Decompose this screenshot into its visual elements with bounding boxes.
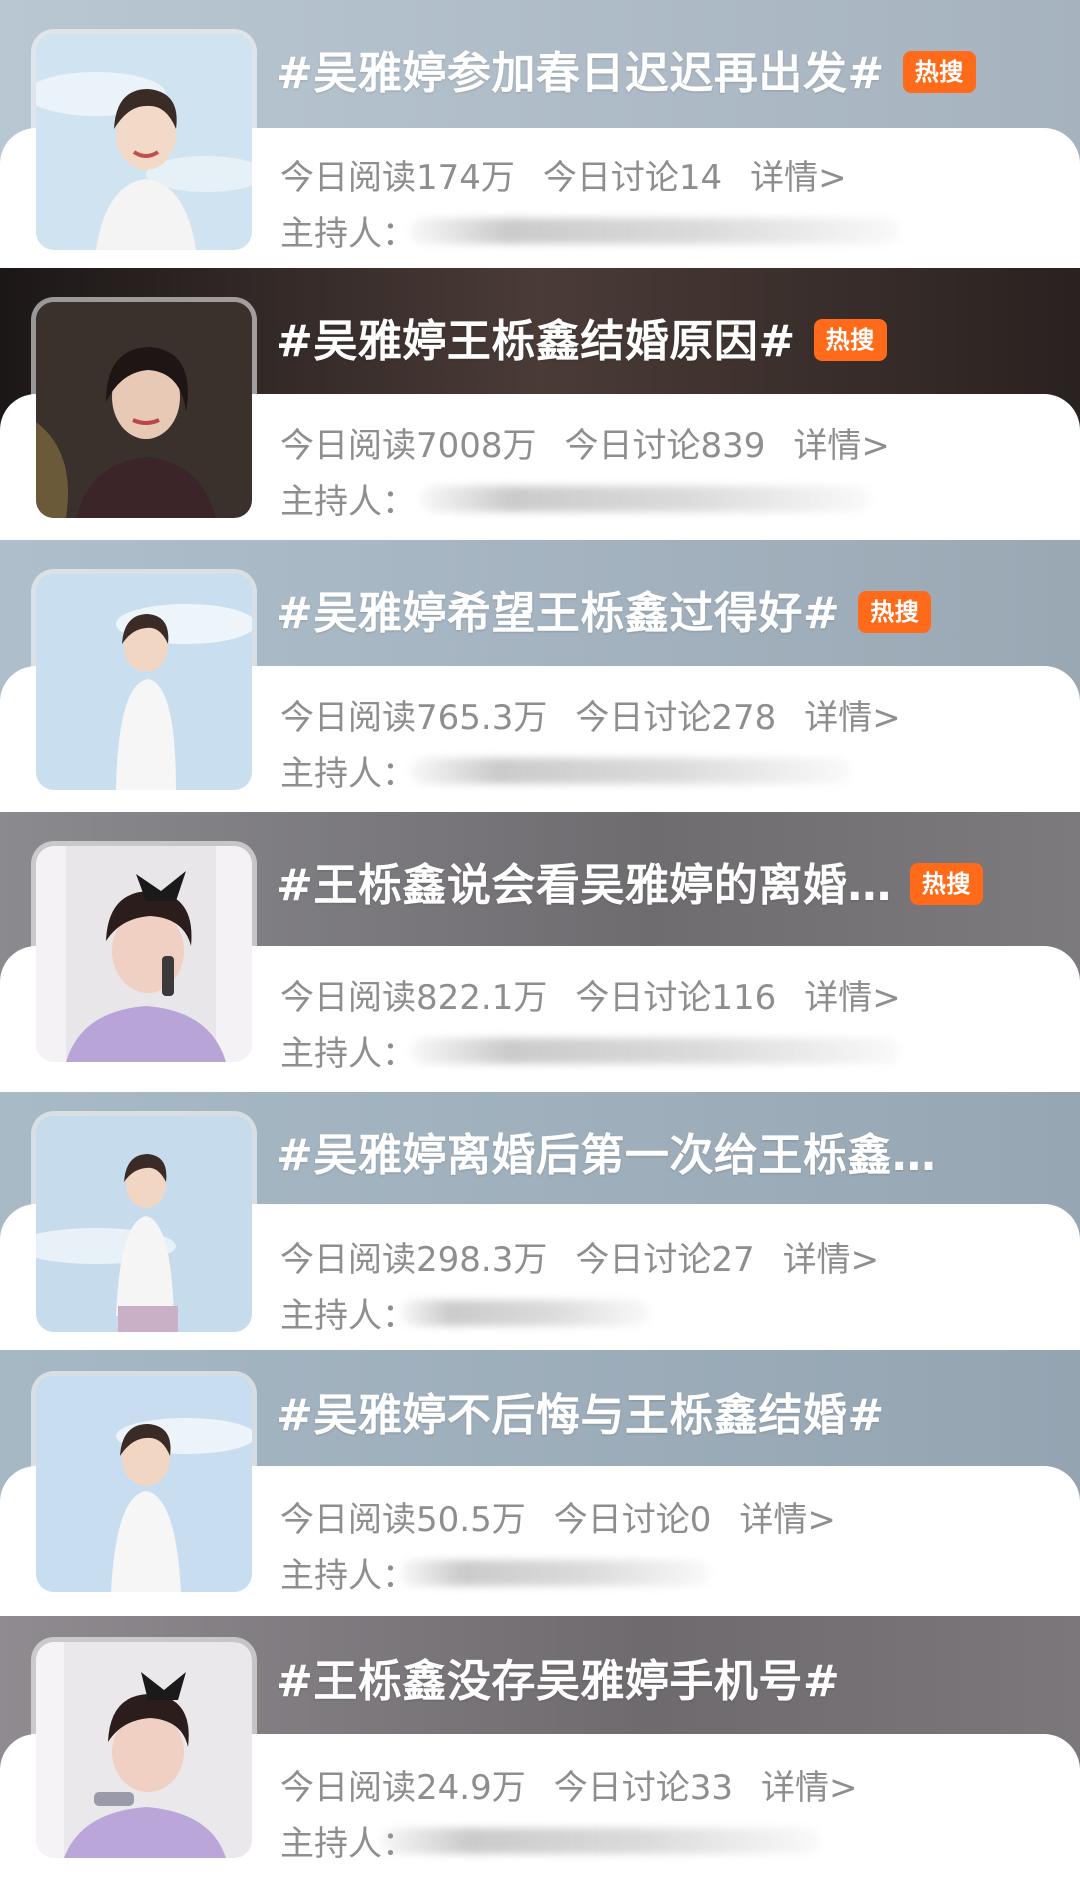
read-count: 今日阅读7008万 <box>280 426 537 466</box>
details-link[interactable]: 详情> <box>793 426 890 466</box>
topic-title[interactable]: #吴雅婷王栎鑫结婚原因# 热搜 <box>276 306 887 378</box>
topic-title[interactable]: #吴雅婷不后悔与王栎鑫结婚# <box>276 1380 885 1452</box>
discussion-count: 今日讨论14 <box>542 158 723 198</box>
topic-thumbnail[interactable] <box>36 1376 252 1592</box>
read-count: 今日阅读765.3万 <box>280 698 548 738</box>
read-count: 今日阅读50.5万 <box>280 1500 526 1540</box>
topic-stats: 今日阅读24.9万 今日讨论33 详情> <box>280 1760 885 1809</box>
discussion-count: 今日讨论839 <box>564 426 766 466</box>
hot-search-badge: 热搜 <box>902 51 976 93</box>
topic-card[interactable]: #吴雅婷不后悔与王栎鑫结婚# 今日阅读50.5万 今日讨论0 详情> 主持人： <box>0 1350 1080 1616</box>
topic-title[interactable]: #王栎鑫说会看吴雅婷的离婚… 热搜 <box>276 850 983 922</box>
discussion-count: 今日讨论0 <box>553 1500 712 1540</box>
host-label: 主持人： <box>280 482 416 522</box>
topic-stats: 今日阅读765.3万 今日讨论278 详情> <box>280 690 929 739</box>
read-count: 今日阅读174万 <box>280 158 515 198</box>
topic-card[interactable]: #吴雅婷离婚后第一次给王栎鑫… 今日阅读298.3万 今日讨论27 详情> 主持人： <box>0 1092 1080 1350</box>
details-link[interactable]: 详情> <box>739 1500 836 1540</box>
host-label: 主持人： <box>280 1034 416 1074</box>
topic-thumbnail[interactable] <box>36 34 252 250</box>
topic-thumbnail[interactable] <box>36 574 252 790</box>
topic-thumbnail[interactable] <box>36 302 252 518</box>
redacted-host-name <box>410 218 900 244</box>
discussion-count: 今日讨论33 <box>553 1768 733 1808</box>
details-link[interactable]: 详情> <box>804 698 901 738</box>
details-link[interactable]: 详情> <box>750 158 847 198</box>
details-link[interactable]: 详情> <box>804 978 901 1018</box>
redacted-host-name <box>400 1300 650 1326</box>
woman-on-phone-image <box>36 1642 252 1858</box>
discussion-count: 今日讨论116 <box>575 978 777 1018</box>
topic-stats: 今日阅读174万 今日讨论14 详情> <box>280 150 875 199</box>
woman-sky-portrait-image <box>36 1376 252 1592</box>
read-count: 今日阅读24.9万 <box>280 1768 526 1808</box>
host-label: 主持人： <box>280 1556 416 1596</box>
host-label: 主持人： <box>280 1296 416 1336</box>
redacted-host-name <box>400 1560 710 1586</box>
redacted-host-name <box>380 1828 820 1854</box>
hot-search-badge: 热搜 <box>813 319 887 361</box>
topic-title[interactable]: #吴雅婷希望王栎鑫过得好# 热搜 <box>276 578 932 650</box>
topic-title[interactable]: #吴雅婷离婚后第一次给王栎鑫… <box>276 1120 936 1192</box>
redacted-host-name <box>410 1038 900 1064</box>
topic-card[interactable]: #吴雅婷王栎鑫结婚原因# 热搜 今日阅读7008万 今日讨论839 详情> 主持人： <box>0 268 1080 540</box>
woman-sky-portrait-image <box>36 574 252 790</box>
topic-thumbnail[interactable] <box>36 1642 252 1858</box>
details-link[interactable]: 详情> <box>783 1240 880 1280</box>
woman-on-phone-image <box>36 846 252 1062</box>
hot-search-badge: 热搜 <box>909 863 983 905</box>
woman-sky-portrait-image <box>36 34 252 250</box>
details-link[interactable]: 详情> <box>761 1768 858 1808</box>
redacted-host-name <box>410 758 850 784</box>
topic-title[interactable]: #王栎鑫没存吴雅婷手机号# <box>276 1646 840 1718</box>
hot-search-badge: 热搜 <box>858 591 932 633</box>
discussion-count: 今日讨论278 <box>575 698 777 738</box>
woman-sky-portrait-image <box>36 1116 252 1332</box>
topic-card[interactable]: #吴雅婷参加春日迟迟再出发# 热搜 今日阅读174万 今日讨论14 详情> 主持人： <box>0 0 1080 268</box>
read-count: 今日阅读298.3万 <box>280 1240 548 1280</box>
read-count: 今日阅读822.1万 <box>280 978 548 1018</box>
topic-stats: 今日阅读50.5万 今日讨论0 详情> <box>280 1492 864 1541</box>
topic-stats: 今日阅读298.3万 今日讨论27 详情> <box>280 1232 907 1281</box>
host-label: 主持人： <box>280 214 416 254</box>
redacted-host-name <box>420 486 870 512</box>
host-label: 主持人： <box>280 754 416 794</box>
topic-stats: 今日阅读7008万 今日讨论839 详情> <box>280 418 918 467</box>
topic-thumbnail[interactable] <box>36 846 252 1062</box>
topic-stats: 今日阅读822.1万 今日讨论116 详情> <box>280 970 929 1019</box>
woman-dark-portrait-image <box>36 302 252 518</box>
discussion-count: 今日讨论27 <box>575 1240 755 1280</box>
topic-card[interactable]: #王栎鑫说会看吴雅婷的离婚… 热搜 今日阅读822.1万 今日讨论116 详情> 主持… <box>0 812 1080 1092</box>
topic-card[interactable]: #王栎鑫没存吴雅婷手机号# 今日阅读24.9万 今日讨论33 详情> 主持人： <box>0 1616 1080 1883</box>
topic-card[interactable]: #吴雅婷希望王栎鑫过得好# 热搜 今日阅读765.3万 今日讨论278 详情> 主持人… <box>0 540 1080 812</box>
topic-title[interactable]: #吴雅婷参加春日迟迟再出发# 热搜 <box>276 38 976 110</box>
topic-thumbnail[interactable] <box>36 1116 252 1332</box>
